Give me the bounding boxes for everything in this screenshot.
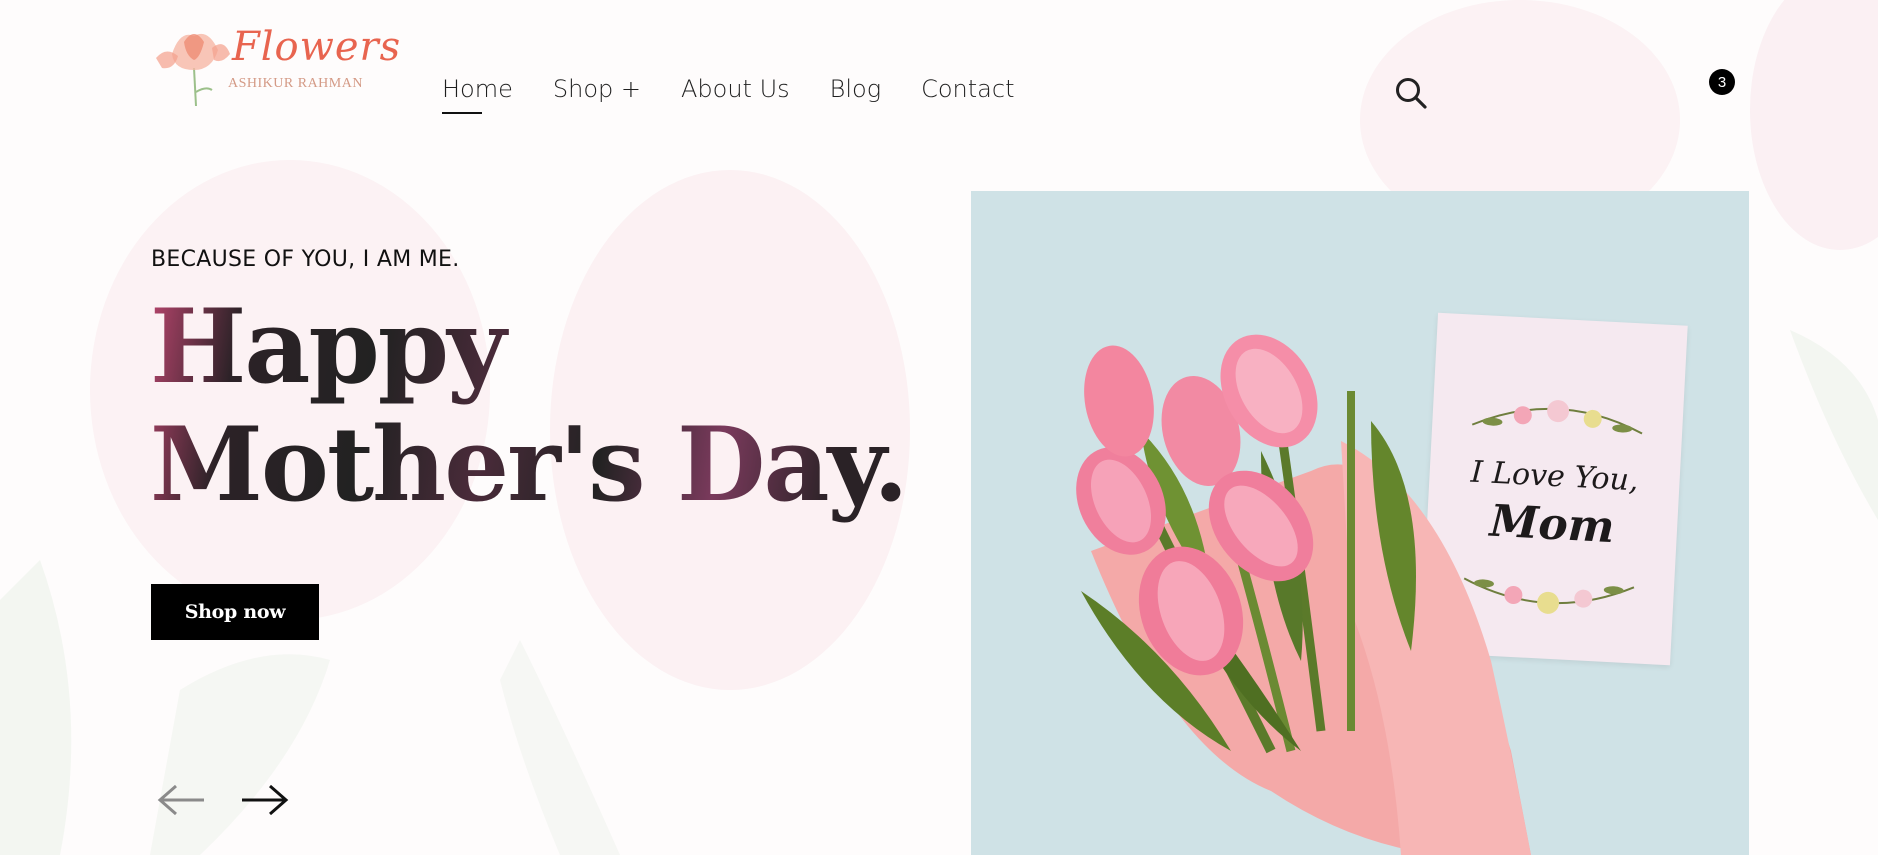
- logo-wordmark: Flowers: [232, 24, 402, 70]
- search-button[interactable]: [1394, 76, 1428, 110]
- hero-eyebrow: BECAUSE OF YOU, I AM ME.: [151, 247, 460, 272]
- nav-about-us[interactable]: About Us: [681, 72, 790, 106]
- site-logo[interactable]: Flowers ASHIKUR RAHMAN: [152, 24, 400, 108]
- nav-contact[interactable]: Contact: [921, 72, 1014, 106]
- arrow-right-icon: [242, 784, 289, 816]
- hero-headline: Happy Mother's Day.: [150, 288, 907, 524]
- tulip-bouquet-image: [1076, 334, 1531, 855]
- nav-blog[interactable]: Blog: [830, 72, 881, 106]
- main-nav: Home Shop + About Us Blog Contact: [442, 72, 1014, 114]
- slider-prev-button[interactable]: [156, 780, 208, 820]
- hero-headline-line-2: Mother's Day.: [150, 405, 907, 525]
- arrow-left-icon: [157, 784, 204, 816]
- search-icon: [1396, 78, 1427, 109]
- nav-shop[interactable]: Shop +: [553, 72, 641, 106]
- slider-next-button[interactable]: [238, 780, 290, 820]
- shop-now-button[interactable]: Shop now: [151, 584, 319, 640]
- nav-home[interactable]: Home: [442, 72, 513, 114]
- lotus-logo-icon: [156, 33, 230, 107]
- cart-count-badge: 3: [1709, 69, 1735, 95]
- hero-image: I Love You, Mom: [971, 191, 1749, 855]
- logo-subtitle: ASHIKUR RAHMAN: [228, 76, 363, 91]
- hero-headline-line-1: Happy: [150, 287, 505, 407]
- page: Flowers ASHIKUR RAHMAN Home Shop + About…: [0, 0, 1878, 855]
